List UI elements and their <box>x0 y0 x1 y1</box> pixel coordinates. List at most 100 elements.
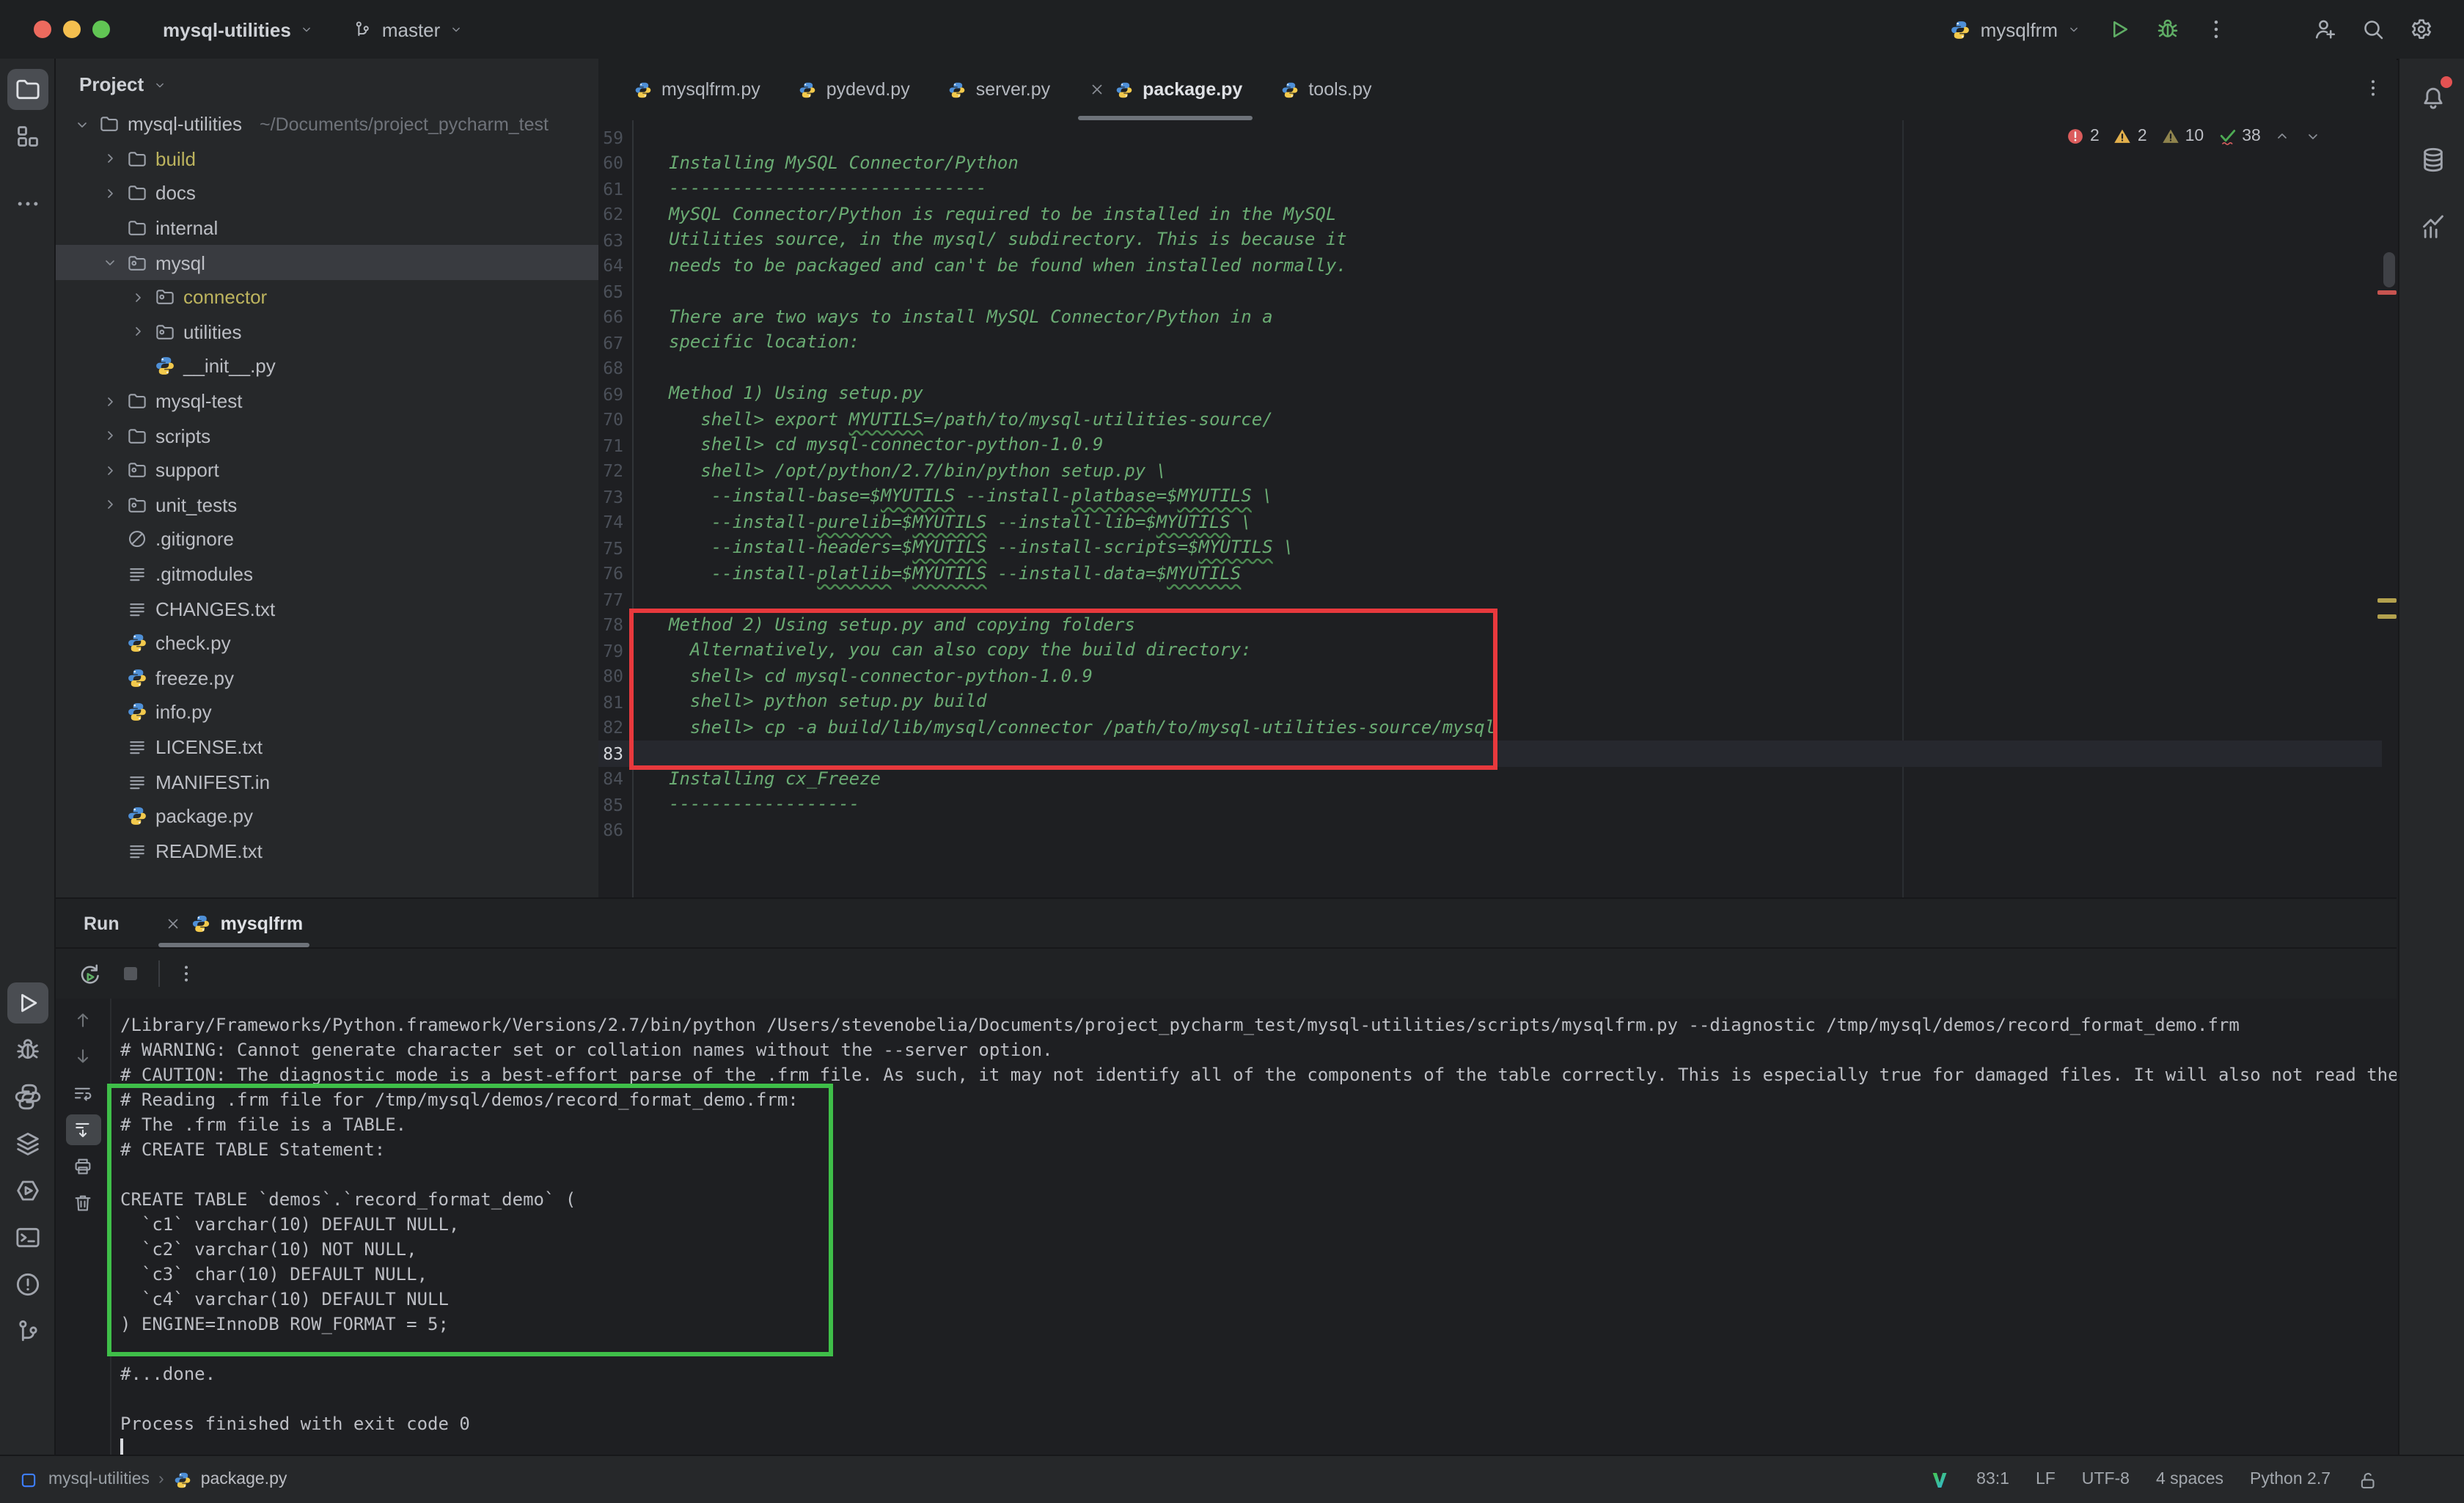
breadcrumb[interactable]: mysql-utilities › package.py <box>18 1469 287 1491</box>
next-problem-chevron-down-icon[interactable] <box>2305 128 2322 145</box>
lock-open-icon[interactable] <box>2357 1469 2379 1491</box>
editor-scrollbar-thumb[interactable] <box>2383 252 2395 287</box>
maximize-window-button[interactable] <box>92 21 110 38</box>
run-button[interactable] <box>2106 16 2133 43</box>
chevron-right-icon[interactable] <box>101 496 119 514</box>
tree-item-.gitignore[interactable]: .gitignore <box>56 522 598 556</box>
error-stripe-mark[interactable] <box>2377 290 2397 295</box>
tree-item-docs[interactable]: docs <box>56 176 598 210</box>
warning-stripe-mark[interactable] <box>2377 614 2397 619</box>
notifications-tool-button[interactable] <box>2399 73 2464 123</box>
tree-item-mysql-test[interactable]: mysql-test <box>56 384 598 419</box>
project-tool-button[interactable] <box>7 69 48 110</box>
editor-line-65[interactable]: 65 <box>598 279 2382 304</box>
tree-item-check.py[interactable]: check.py <box>56 626 598 661</box>
print-button[interactable] <box>65 1151 100 1182</box>
warning-stripe-mark[interactable] <box>2377 598 2397 603</box>
code-with-me-user-plus-icon[interactable] <box>2311 16 2338 43</box>
indent-widget[interactable]: 4 spaces <box>2156 1471 2223 1488</box>
rerun-button[interactable] <box>76 960 103 987</box>
tab-pydevd.py[interactable]: pydevd.py <box>780 59 929 120</box>
vcs-widget[interactable]: master <box>344 12 472 46</box>
tab-tools.py[interactable]: tools.py <box>1261 59 1390 120</box>
editor-line-84[interactable]: 84Installing cx_Freeze <box>598 766 2382 792</box>
tree-item-build[interactable]: build <box>56 142 598 176</box>
search-everywhere-icon[interactable] <box>2360 16 2386 43</box>
editor-line-67[interactable]: 67specific location: <box>598 330 2382 356</box>
tree-item-scripts[interactable]: scripts <box>56 419 598 453</box>
database-tool-button[interactable] <box>2399 135 2464 185</box>
inspections-widget[interactable]: 2 2 10 38 <box>2065 126 2322 147</box>
caret-position-widget[interactable]: 83:1 <box>1976 1471 2009 1488</box>
tree-item-unit_tests[interactable]: unit_tests <box>56 488 598 522</box>
run-options-kebab-icon[interactable] <box>175 962 198 985</box>
tab-server.py[interactable]: server.py <box>929 59 1069 120</box>
editor-line-62[interactable]: 62MySQL Connector/Python is required to … <box>598 202 2382 227</box>
terminal-tool-button[interactable] <box>7 1217 48 1258</box>
editor-line-76[interactable]: 76 --install-platlib=$MYUTILS --install-… <box>598 561 2382 587</box>
editor-line-71[interactable]: 71 shell> cd mysql-connector-python-1.0.… <box>598 433 2382 458</box>
scroll-to-end-button[interactable] <box>65 1114 100 1145</box>
run-tool-button[interactable] <box>7 982 48 1024</box>
minimize-window-button[interactable] <box>63 21 81 38</box>
close-icon[interactable] <box>165 914 183 932</box>
editor-line-63[interactable]: 63Utilities source, in the mysql/ subdir… <box>598 227 2382 253</box>
chevron-right-icon[interactable] <box>101 150 119 168</box>
previous-problem-chevron-up-icon[interactable] <box>2274 128 2292 145</box>
tree-item-mysql-utilities[interactable]: mysql-utilities~/Documents/project_pycha… <box>56 107 598 142</box>
breadcrumb-module[interactable]: mysql-utilities <box>48 1471 150 1488</box>
tree-item-internal[interactable]: internal <box>56 211 598 246</box>
editor-line-85[interactable]: 85------------------ <box>598 792 2382 817</box>
tree-item-.gitmodules[interactable]: .gitmodules <box>56 556 598 591</box>
tree-item-mysql[interactable]: mysql <box>56 246 598 280</box>
tree-item-connector[interactable]: connector <box>56 280 598 315</box>
breadcrumb-file[interactable]: package.py <box>201 1471 287 1488</box>
chevron-right-icon[interactable] <box>101 392 119 410</box>
tree-item-freeze.py[interactable]: freeze.py <box>56 661 598 695</box>
tree-item-CHANGES.txt[interactable]: CHANGES.txt <box>56 592 598 626</box>
editor-line-69[interactable]: 69Method 1) Using setup.py <box>598 381 2382 407</box>
tab-package.py[interactable]: package.py <box>1069 59 1261 120</box>
chevron-right-icon[interactable] <box>101 461 119 479</box>
run-tab[interactable]: mysqlfrm <box>159 899 309 947</box>
version-control-tool-button[interactable] <box>7 1311 48 1352</box>
project-widget[interactable]: mysql-utilities <box>154 12 323 46</box>
run-configuration-selector[interactable]: mysqlfrm <box>1947 15 2084 43</box>
structure-tool-button[interactable] <box>7 116 48 157</box>
ide-vim-icon[interactable] <box>1928 1469 1950 1491</box>
tree-item-utilities[interactable]: utilities <box>56 315 598 349</box>
more-tool-windows-button[interactable] <box>7 183 48 224</box>
tab-mysqlfrm.py[interactable]: mysqlfrm.py <box>615 59 780 120</box>
tree-item-MANIFEST.in[interactable]: MANIFEST.in <box>56 765 598 799</box>
tree-item-support[interactable]: support <box>56 453 598 488</box>
python-packages-tool-button[interactable] <box>7 1076 48 1117</box>
close-icon[interactable] <box>1088 81 1106 98</box>
interpreter-widget[interactable]: Python 2.7 <box>2250 1471 2331 1488</box>
scroll-up-button[interactable] <box>65 1004 100 1035</box>
more-actions-kebab-icon[interactable] <box>2203 16 2229 43</box>
endpoints-tool-button[interactable] <box>2399 202 2464 252</box>
chevron-down-icon[interactable] <box>73 116 91 133</box>
debug-tool-button[interactable] <box>7 1029 48 1070</box>
tree-item-__init__.py[interactable]: __init__.py <box>56 349 598 383</box>
editor-line-74[interactable]: 74 --install-purelib=$MYUTILS --install-… <box>598 510 2382 535</box>
chevron-right-icon[interactable] <box>129 289 147 306</box>
editor-line-61[interactable]: 61------------------------------ <box>598 176 2382 202</box>
chevron-right-icon[interactable] <box>129 323 147 341</box>
services-tool-button[interactable] <box>7 1123 48 1164</box>
tab-options-kebab-icon[interactable] <box>2361 76 2385 100</box>
editor-line-64[interactable]: 64needs to be packaged and can't be foun… <box>598 253 2382 279</box>
editor-line-68[interactable]: 68 <box>598 356 2382 381</box>
tree-item-README.txt[interactable]: README.txt <box>56 834 598 868</box>
project-panel-header[interactable]: Project <box>56 59 598 107</box>
stop-button[interactable] <box>117 960 144 987</box>
close-window-button[interactable] <box>34 21 51 38</box>
soft-wrap-button[interactable] <box>65 1078 100 1109</box>
editor-line-70[interactable]: 70 shell> export MYUTILS=/path/to/mysql-… <box>598 407 2382 433</box>
line-separator-widget[interactable]: LF <box>2036 1471 2056 1488</box>
python-console-tool-button[interactable] <box>7 1170 48 1211</box>
editor-line-86[interactable]: 86 <box>598 817 2382 843</box>
clear-console-button[interactable] <box>65 1188 100 1219</box>
chevron-right-icon[interactable] <box>101 185 119 202</box>
editor-line-72[interactable]: 72 shell> /opt/python/2.7/bin/python set… <box>598 458 2382 484</box>
